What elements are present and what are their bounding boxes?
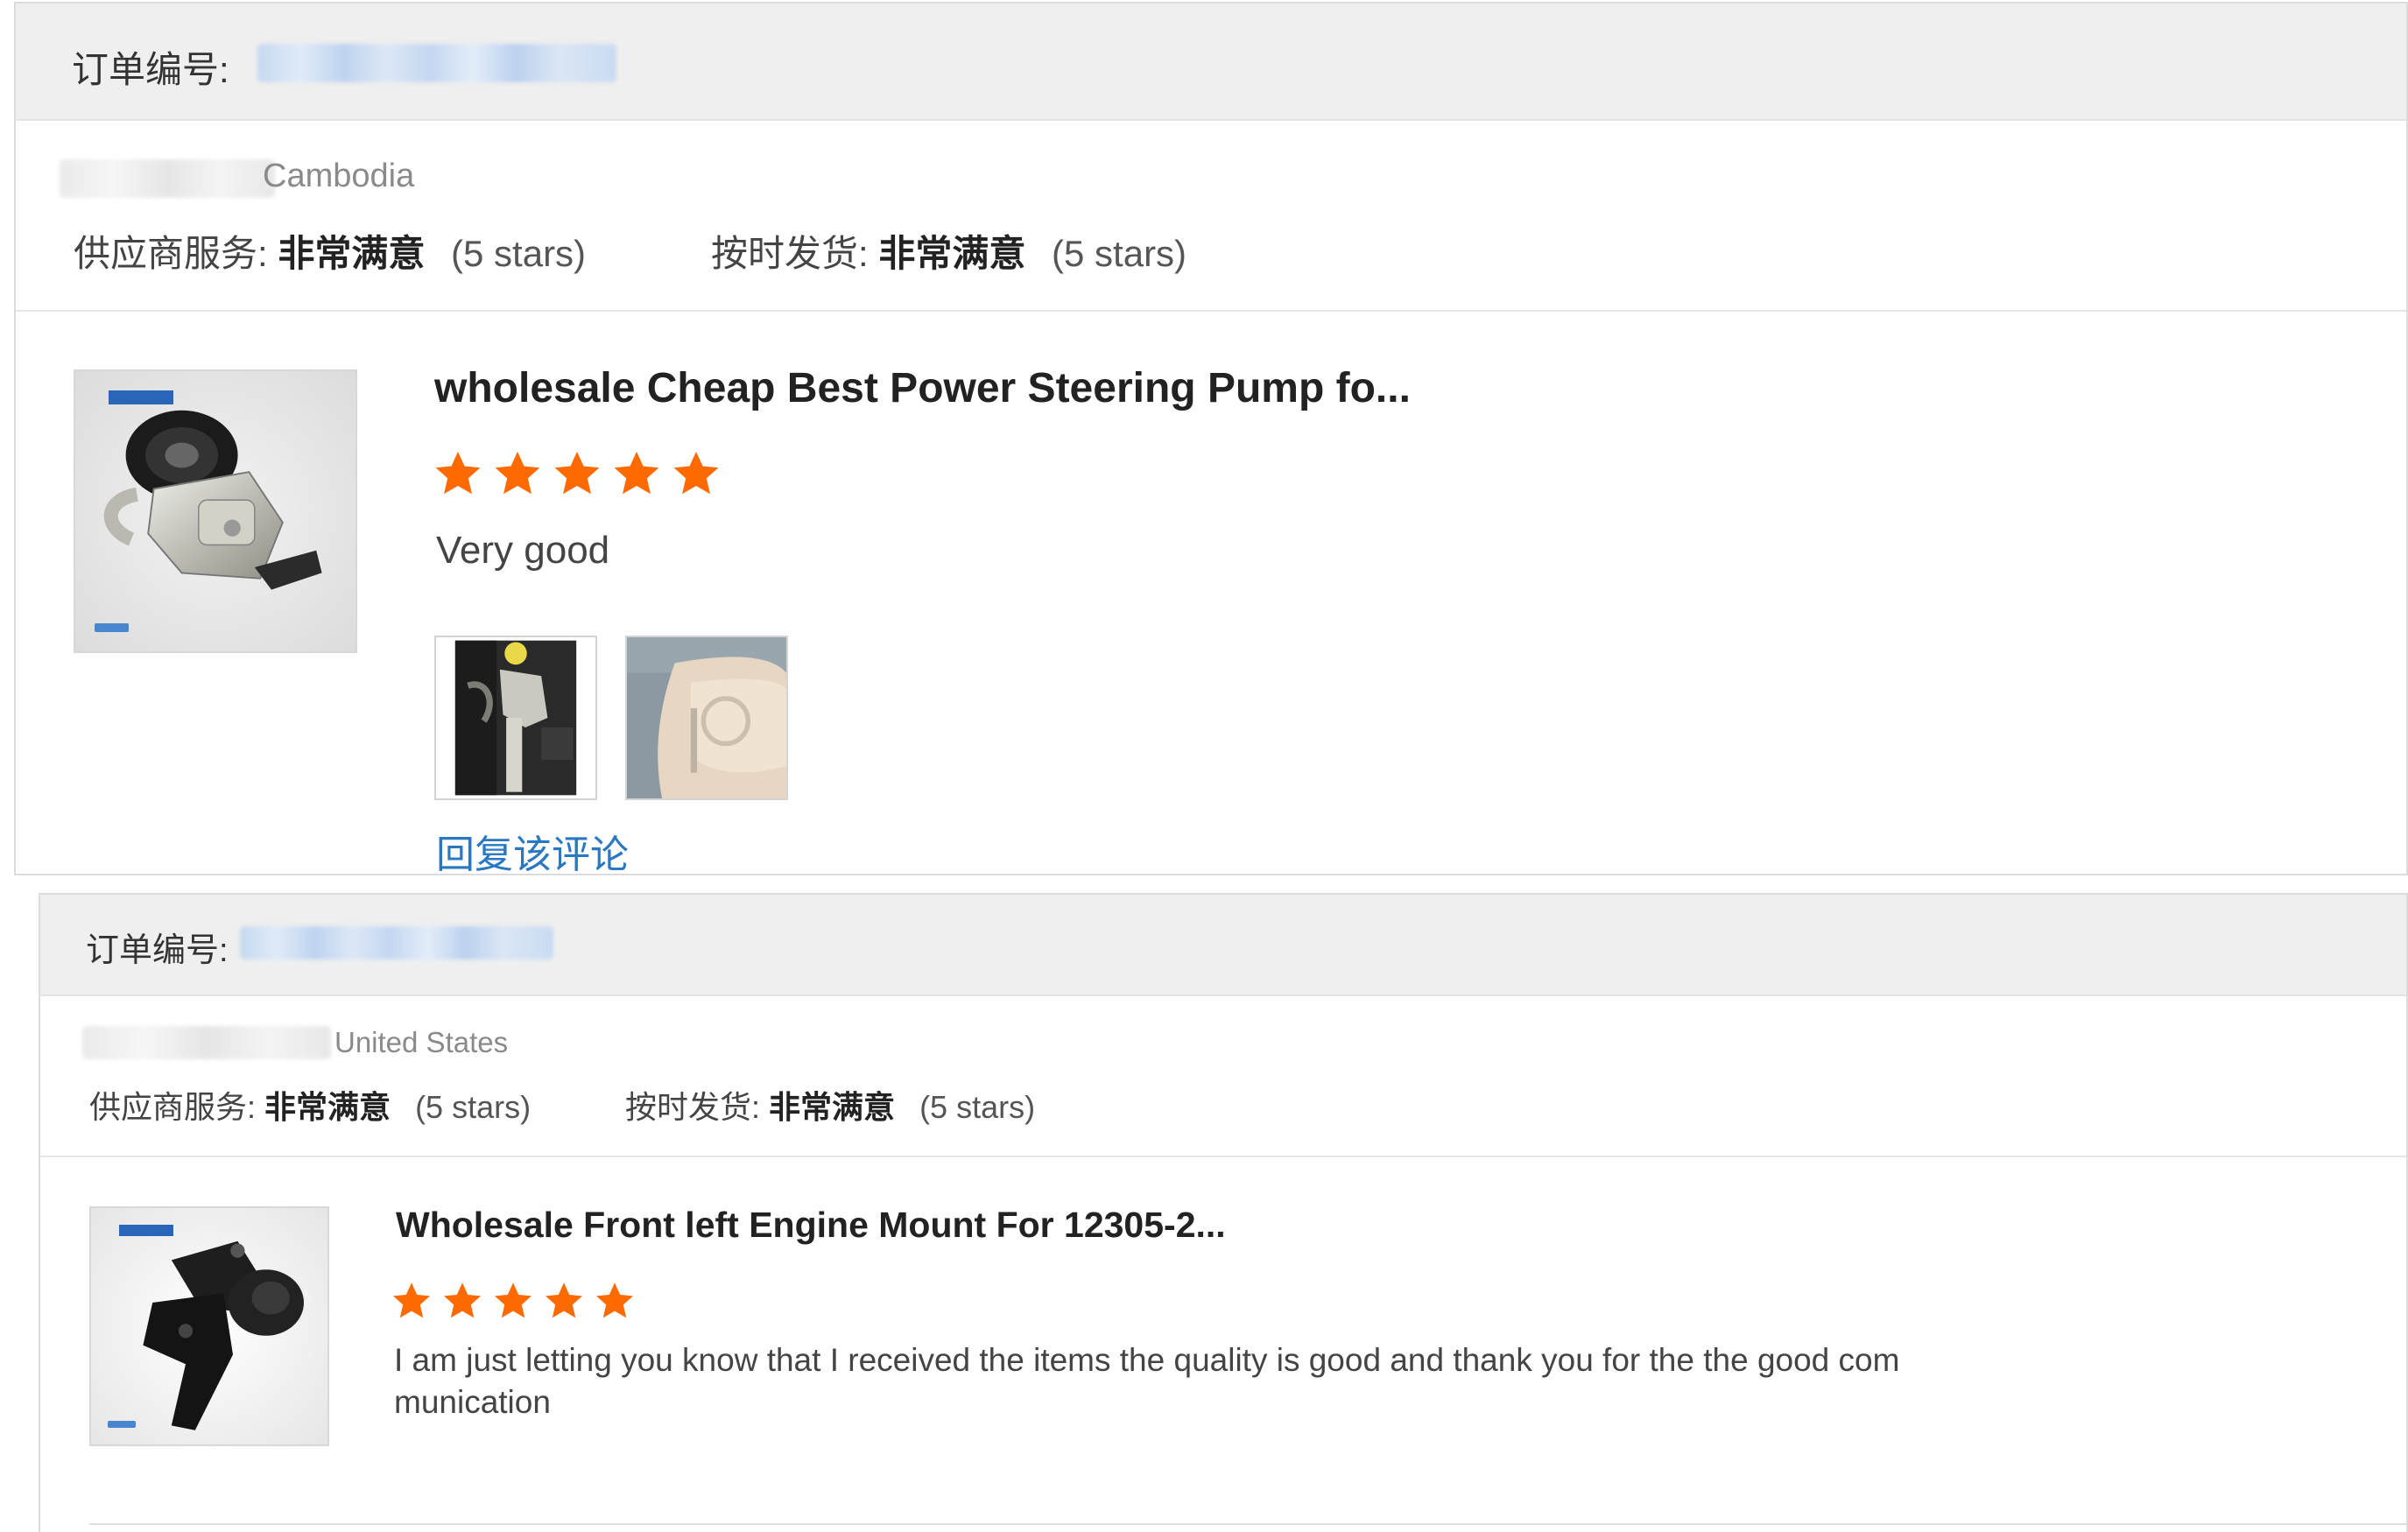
star-icon: [444, 1283, 481, 1318]
review-comment: I am just letting you know that I receiv…: [394, 1342, 1900, 1420]
order-number-redacted: [257, 44, 616, 82]
star-icon: [554, 451, 600, 495]
star-icon: [435, 451, 481, 495]
engine-mount-image[interactable]: [89, 1206, 329, 1446]
on-time-delivery-rating: 按时发货: 非常满意 (5 stars): [711, 224, 1186, 278]
on-time-delivery-stars: (5 stars): [1052, 233, 1187, 274]
review-card: 订单编号: Cambodia 供应商服务: 非常满意 (5 stars) 按时发…: [14, 2, 2408, 875]
divider: [89, 1523, 2406, 1525]
on-time-delivery-label: 按时发货:: [625, 1089, 761, 1125]
product-title[interactable]: Wholesale Front left Engine Mount For 12…: [396, 1205, 1226, 1246]
on-time-delivery-rating: 按时发货: 非常满意 (5 stars): [625, 1082, 1035, 1128]
on-time-delivery-value: 非常满意: [769, 1089, 896, 1125]
star-rating: [391, 1280, 636, 1322]
order-number-redacted: [240, 926, 553, 959]
order-number-label: 订单编号:: [86, 932, 229, 969]
star-icon: [673, 451, 719, 495]
order-header: 订单编号:: [16, 4, 2406, 121]
review-photo-2[interactable]: [625, 636, 788, 800]
on-time-delivery-stars: (5 stars): [919, 1089, 1036, 1125]
star-icon: [495, 1283, 532, 1318]
supplier-service-stars: (5 stars): [415, 1089, 532, 1125]
order-number-label: 订单编号:: [72, 49, 229, 90]
page-gap: [0, 875, 2408, 893]
supplier-service-value: 非常满意: [278, 233, 426, 274]
star-rating: [433, 448, 722, 499]
divider: [16, 310, 2406, 312]
power-steering-pump-image[interactable]: [74, 369, 357, 653]
reply-review-link[interactable]: 回复该评论: [436, 823, 629, 874]
supplier-service-stars: (5 stars): [451, 233, 587, 274]
star-icon: [596, 1283, 633, 1318]
star-icon: [393, 1283, 430, 1318]
on-time-delivery-label: 按时发货:: [711, 233, 869, 274]
star-icon: [614, 451, 659, 495]
star-icon: [546, 1283, 582, 1318]
buyer-name-redacted: [82, 1026, 331, 1059]
star-icon: [495, 451, 540, 495]
supplier-service-rating: 供应商服务: 非常满意 (5 stars): [89, 1082, 531, 1128]
buyer-country: United States: [334, 1026, 509, 1058]
review-comment: Very good: [436, 529, 610, 572]
on-time-delivery-value: 非常满意: [878, 233, 1026, 274]
review-card: 订单编号: United States 供应商服务: 非常满意 (5 stars…: [39, 893, 2408, 1532]
buyer-country: Cambodia: [263, 158, 415, 194]
supplier-service-label: 供应商服务:: [89, 1089, 257, 1125]
divider: [40, 1156, 2406, 1157]
buyer-name-redacted: [60, 159, 275, 198]
order-header: 订单编号:: [40, 895, 2406, 996]
supplier-service-label: 供应商服务:: [74, 233, 268, 274]
supplier-service-value: 非常满意: [264, 1089, 391, 1125]
supplier-service-rating: 供应商服务: 非常满意 (5 stars): [74, 224, 586, 278]
product-title[interactable]: wholesale Cheap Best Power Steering Pump…: [434, 364, 1411, 412]
review-photo-1[interactable]: [434, 636, 597, 800]
